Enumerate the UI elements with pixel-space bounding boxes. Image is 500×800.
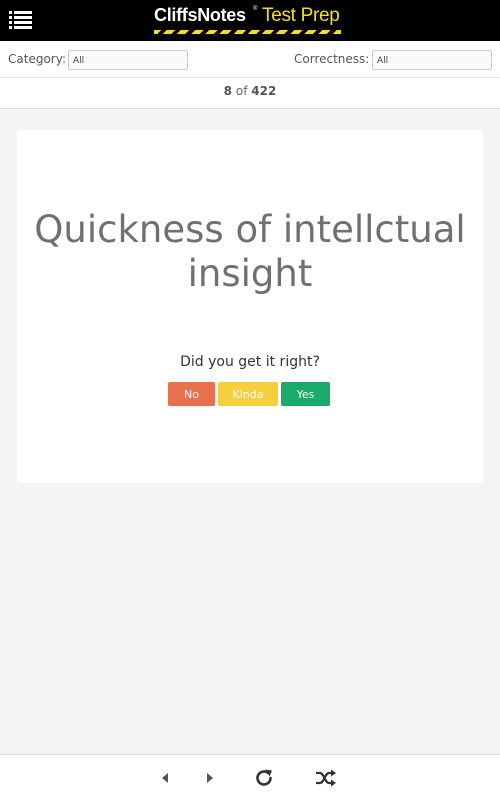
category-label: Category: — [8, 52, 66, 66]
refresh-icon — [256, 769, 272, 786]
previous-button[interactable] — [153, 767, 177, 789]
category-select[interactable]: All — [68, 50, 188, 70]
self-assessment-question: Did you get it right? — [180, 354, 320, 370]
kinda-button[interactable]: Kinda — [218, 382, 278, 406]
app-header: CliffsNotes ® Test Prep — [0, 0, 500, 41]
menu-button[interactable] — [9, 10, 32, 30]
correctness-label: Correctness: — [294, 52, 370, 66]
flashcard-term: Quickness of intellctual insight — [34, 208, 466, 295]
no-button[interactable]: No — [168, 382, 215, 406]
bottom-toolbar — [0, 754, 500, 800]
next-button[interactable] — [198, 767, 222, 789]
flashcard[interactable]: Quickness of intellctual insight Did you… — [17, 130, 483, 483]
counter-separator: of — [235, 84, 248, 98]
brand-registered-mark: ® — [253, 6, 258, 12]
card-counter: 8 of 422 — [0, 78, 500, 109]
yes-button[interactable]: Yes — [281, 382, 330, 406]
brand-secondary: Test Prep — [262, 5, 340, 26]
next-icon — [207, 773, 213, 783]
refresh-button[interactable] — [252, 767, 276, 789]
brand-primary: CliffsNotes — [154, 5, 246, 25]
list-menu-icon — [9, 11, 32, 29]
brand-stripe — [154, 30, 341, 34]
shuffle-button[interactable] — [314, 767, 338, 789]
previous-icon — [162, 773, 168, 783]
counter-current: 8 — [223, 84, 233, 98]
shuffle-icon — [316, 769, 336, 787]
counter-total: 422 — [251, 84, 277, 98]
correctness-select[interactable]: All — [372, 50, 492, 70]
filter-bar: Category: All Correctness: All — [0, 41, 500, 78]
